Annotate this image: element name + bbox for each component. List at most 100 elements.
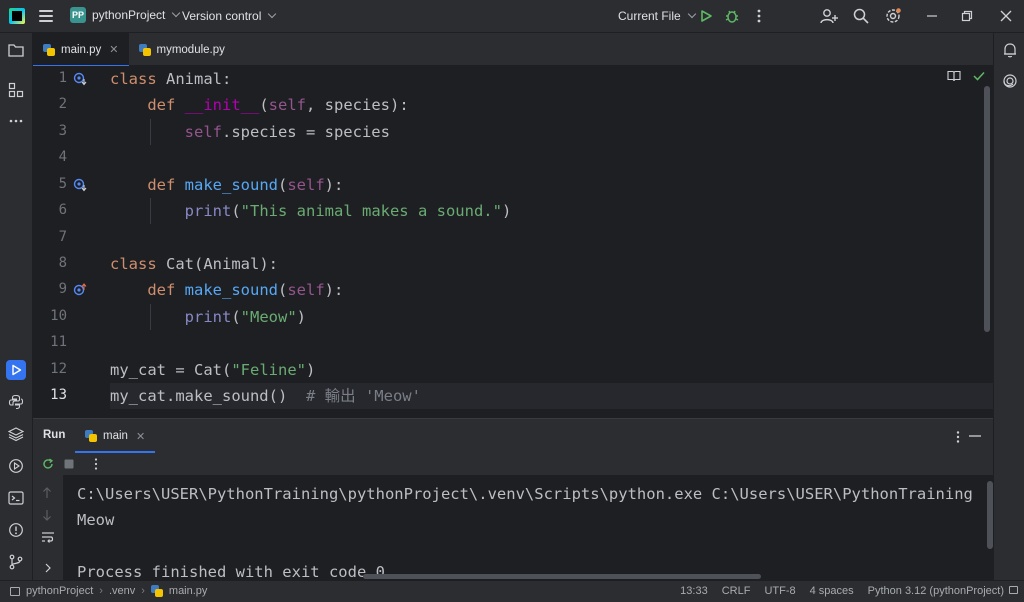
code-line: class Cat(Animal): — [110, 255, 278, 273]
version-control-label: Version control — [182, 9, 262, 23]
breadcrumb-item[interactable]: pythonProject — [26, 585, 93, 597]
code-editor[interactable]: 1 2 3 4 5 6 7 8 9 10 11 12 13 class Anim… — [33, 66, 993, 418]
tab-main-py[interactable]: main.py ✕ — [33, 33, 129, 67]
project-folder-icon[interactable] — [6, 40, 26, 60]
console-output[interactable]: C:\Users\USER\PythonTraining\pythonProje… — [77, 475, 983, 580]
run-icon[interactable] — [697, 7, 715, 25]
pycharm-logo-icon — [9, 8, 25, 24]
python-file-icon — [138, 43, 151, 56]
caret-position[interactable]: 13:33 — [680, 585, 708, 597]
line-gutter: 1 2 3 4 5 6 7 8 9 10 11 12 13 — [33, 66, 105, 418]
python-interpreter[interactable]: Python 3.12 (pythonProject) — [868, 585, 1004, 597]
console-vertical-scrollbar[interactable] — [987, 481, 993, 549]
file-encoding[interactable]: UTF-8 — [764, 585, 795, 597]
python-packages-icon[interactable] — [6, 392, 26, 412]
debug-icon[interactable] — [723, 7, 741, 25]
editor-inspection-widgets — [947, 70, 985, 82]
run-configuration-selector[interactable]: Current File — [618, 9, 696, 23]
implemented-down-icon[interactable] — [73, 72, 87, 86]
line-number: 8 — [58, 255, 67, 271]
lock-icon[interactable] — [1009, 586, 1018, 594]
soft-wrap-icon[interactable] — [41, 531, 55, 543]
run-side-toolbar — [33, 475, 63, 580]
main-menu-icon[interactable] — [39, 9, 53, 23]
settings-gear-icon[interactable] — [884, 7, 902, 25]
chevron-down-icon — [268, 9, 277, 19]
code-line: class Animal: — [110, 70, 232, 88]
line-separator[interactable]: CRLF — [722, 585, 751, 597]
line-number: 13 — [50, 387, 67, 403]
reader-mode-book-icon[interactable] — [947, 70, 961, 82]
add-user-icon[interactable] — [820, 7, 838, 25]
git-icon[interactable] — [6, 552, 26, 572]
version-control-menu[interactable]: Version control — [182, 9, 277, 23]
project-icon — [10, 586, 20, 596]
console-horizontal-scrollbar[interactable] — [363, 574, 761, 579]
project-name: pythonProject — [92, 8, 166, 22]
python-file-icon — [85, 430, 97, 442]
structure-icon[interactable] — [6, 80, 26, 100]
close-tab-icon[interactable]: ✕ — [109, 43, 118, 56]
line-number: 4 — [58, 149, 67, 165]
services-icon[interactable] — [6, 456, 26, 476]
line-number: 11 — [50, 334, 67, 350]
breadcrumb-item[interactable]: .venv — [109, 585, 135, 597]
editor-tabs: main.py ✕ mymodule.py — [33, 33, 993, 67]
scroll-up-icon[interactable] — [42, 487, 52, 499]
close-window-icon[interactable] — [997, 7, 1015, 25]
search-icon[interactable] — [852, 7, 870, 25]
line-number: 2 — [58, 96, 67, 112]
title-bar: PP pythonProject Version control Current… — [0, 0, 1024, 33]
status-bar: pythonProject › .venv › main.py 13:33 CR… — [0, 580, 1024, 602]
code-area[interactable]: class Animal: def __init__(self, species… — [110, 66, 993, 418]
overrides-up-icon[interactable] — [73, 283, 87, 297]
minimize-icon[interactable] — [923, 7, 941, 25]
restore-icon[interactable] — [958, 7, 976, 25]
line-number: 9 — [58, 281, 67, 297]
tab-mymodule-py[interactable]: mymodule.py — [129, 33, 235, 66]
run-panel-options-icon[interactable] — [956, 431, 960, 443]
no-problems-check-icon[interactable] — [973, 71, 985, 81]
editor-scrollbar[interactable] — [984, 86, 990, 332]
run-config-label: Current File — [618, 9, 681, 23]
run-tab-label: main — [103, 430, 128, 442]
stop-icon[interactable] — [64, 459, 74, 469]
scroll-down-icon[interactable] — [42, 509, 52, 521]
line-number: 7 — [58, 229, 67, 245]
close-run-tab-icon[interactable]: ✕ — [136, 430, 145, 443]
console-line: Meow — [77, 511, 115, 529]
code-line-current: my_cat.make_sound() # 輸出 'Meow' — [110, 383, 993, 409]
breadcrumb-item[interactable]: main.py — [169, 585, 208, 597]
more-tools-icon[interactable] — [6, 111, 26, 131]
hide-panel-icon[interactable] — [969, 435, 981, 437]
expand-chevron-icon[interactable] — [44, 563, 52, 573]
chevron-down-icon — [687, 9, 696, 19]
notifications-bell-icon[interactable] — [1000, 40, 1020, 60]
right-tool-strip — [993, 33, 1024, 580]
chevron-down-icon — [172, 8, 181, 18]
status-widgets: 13:33 CRLF UTF-8 4 spaces Python 3.12 (p… — [680, 585, 1004, 597]
code-line: print("Meow") — [110, 304, 993, 330]
run-more-icon[interactable] — [94, 458, 98, 470]
code-line: def __init__(self, species): — [147, 96, 409, 114]
run-toolbar — [33, 453, 993, 475]
code-line: my_cat = Cat("Feline") — [110, 361, 316, 379]
terminal-icon[interactable] — [6, 488, 26, 508]
project-badge: PP — [70, 7, 86, 23]
line-number: 1 — [58, 70, 67, 86]
layers-icon[interactable] — [6, 424, 26, 444]
problems-icon[interactable] — [6, 520, 26, 540]
run-tab-main[interactable]: main ✕ — [75, 419, 156, 453]
breadcrumb: pythonProject › .venv › main.py — [10, 585, 207, 597]
overridden-down-icon[interactable] — [73, 178, 87, 192]
line-number: 5 — [58, 176, 67, 192]
ai-assistant-icon[interactable] — [1000, 71, 1020, 91]
code-line: print("This animal makes a sound.") — [110, 198, 993, 224]
rerun-icon[interactable] — [42, 458, 54, 470]
project-selector[interactable]: PP pythonProject — [70, 7, 181, 23]
indent-setting[interactable]: 4 spaces — [810, 585, 854, 597]
more-actions-icon[interactable] — [750, 7, 768, 25]
run-tool-icon[interactable] — [6, 360, 26, 380]
